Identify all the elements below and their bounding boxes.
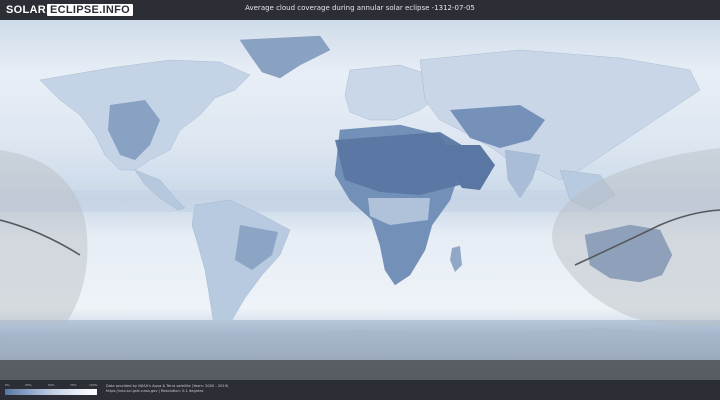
legend-tick-25: 25% [25,383,32,387]
legend-tick-50: 50% [48,383,55,387]
header-bar: SOLAR ECLIPSE.INFO Average cloud coverage… [0,0,720,20]
cloud-coverage-map [0,20,720,380]
legend-tick-100: 100% [89,383,98,387]
legend-tick-0: 0% [5,383,10,387]
logo-text-solar: SOLAR [6,4,46,16]
bottom-shadow [0,360,720,380]
footer-bar: 0% 25% 50% 75% 100% Data provided by NAS… [0,380,720,400]
cloud-coverage-legend: 0% 25% 50% 75% 100% [5,383,98,397]
credits-line-2[interactable]: https://neo.sci.gsfc.nasa.gov | Resoluti… [106,389,228,394]
site-logo[interactable]: SOLAR ECLIPSE.INFO [6,3,133,17]
data-credits: Data provided by NASA's Aqua & Terra sat… [106,384,228,394]
legend-color-bar [5,389,97,395]
logo-text-eclipse-info: ECLIPSE.INFO [47,4,133,16]
world-map-svg [0,20,720,380]
legend-tick-75: 75% [70,383,77,387]
page-title: Average cloud coverage during annular so… [245,4,475,12]
legend-ticks: 0% 25% 50% 75% 100% [5,383,98,388]
